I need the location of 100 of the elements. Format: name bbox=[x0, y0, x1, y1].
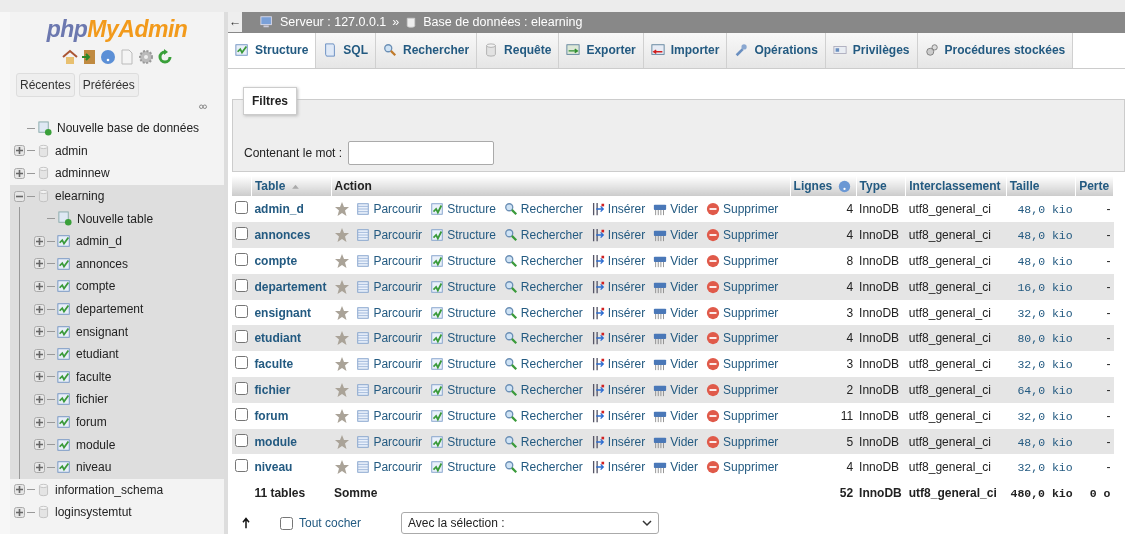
action-link[interactable]: Rechercher bbox=[503, 434, 583, 449]
action-link[interactable]: Structure bbox=[430, 279, 496, 294]
new-item-link[interactable]: Nouvelle table bbox=[77, 211, 154, 226]
action-link[interactable]: Supprimer bbox=[706, 408, 779, 423]
action-link[interactable]: Vider bbox=[653, 228, 698, 243]
star-icon[interactable] bbox=[334, 227, 350, 244]
action-link[interactable]: Structure bbox=[430, 460, 496, 475]
expand-icon[interactable] bbox=[34, 416, 45, 428]
action-link[interactable]: Structure bbox=[430, 382, 496, 397]
action-link[interactable]: Vider bbox=[653, 357, 698, 372]
tab[interactable]: Exporter bbox=[559, 32, 644, 68]
row-checkbox[interactable] bbox=[235, 227, 248, 241]
row-checkbox[interactable] bbox=[235, 252, 248, 266]
action-link[interactable]: Supprimer bbox=[706, 357, 779, 372]
tree-item[interactable]: adminnew bbox=[55, 166, 110, 181]
action-link[interactable]: Structure bbox=[430, 202, 496, 217]
action-link[interactable]: Vider bbox=[653, 331, 698, 346]
expand-icon[interactable] bbox=[34, 439, 45, 451]
action-link[interactable]: Rechercher bbox=[503, 408, 583, 423]
action-link[interactable]: Structure bbox=[430, 305, 496, 320]
tree-item[interactable]: faculte bbox=[76, 369, 112, 384]
tree-item[interactable]: niveau bbox=[76, 460, 112, 475]
expand-icon[interactable] bbox=[14, 484, 25, 496]
sidebar-tab[interactable]: Préférées bbox=[78, 73, 139, 97]
tab[interactable]: Privilèges bbox=[825, 32, 918, 68]
tab[interactable]: Rechercher bbox=[376, 32, 478, 68]
tree-item[interactable]: fichier bbox=[76, 392, 108, 407]
action-link[interactable]: Vider bbox=[653, 279, 698, 294]
star-icon[interactable] bbox=[334, 278, 350, 295]
action-link[interactable]: Supprimer bbox=[706, 279, 779, 294]
action-link[interactable]: Supprimer bbox=[706, 202, 779, 217]
action-link[interactable]: Parcourir bbox=[356, 331, 423, 346]
expand-icon[interactable] bbox=[14, 145, 25, 157]
action-link[interactable]: Supprimer bbox=[706, 253, 779, 268]
action-link[interactable]: Vider bbox=[653, 202, 698, 217]
action-link[interactable]: Insérer bbox=[590, 305, 646, 320]
action-link[interactable]: Supprimer bbox=[706, 228, 779, 243]
action-link[interactable]: Supprimer bbox=[706, 460, 779, 475]
check-all-checkbox[interactable] bbox=[280, 516, 293, 530]
action-link[interactable]: Structure bbox=[430, 228, 496, 243]
row-checkbox[interactable] bbox=[235, 407, 248, 421]
expand-icon[interactable] bbox=[14, 168, 25, 179]
tree-item[interactable]: information_schema bbox=[55, 482, 164, 497]
action-link[interactable]: Insérer bbox=[590, 357, 646, 372]
action-link[interactable]: Rechercher bbox=[503, 253, 583, 268]
action-link[interactable]: Supprimer bbox=[706, 382, 779, 397]
action-link[interactable]: Rechercher bbox=[503, 228, 583, 243]
expand-icon[interactable] bbox=[34, 303, 45, 315]
action-link[interactable]: Insérer bbox=[590, 279, 646, 294]
action-link[interactable]: Parcourir bbox=[356, 253, 423, 268]
sidebar-tab[interactable]: Récentes bbox=[16, 73, 75, 97]
action-link[interactable]: Vider bbox=[653, 434, 698, 449]
table-name-link[interactable]: admin_d bbox=[254, 202, 304, 217]
tab[interactable]: Requête bbox=[477, 32, 560, 68]
action-link[interactable]: Insérer bbox=[590, 382, 646, 397]
tree-item[interactable]: departement bbox=[76, 302, 144, 317]
star-icon[interactable] bbox=[334, 201, 350, 218]
row-checkbox[interactable] bbox=[235, 201, 248, 215]
action-link[interactable]: Parcourir bbox=[356, 279, 423, 294]
row-checkbox[interactable] bbox=[235, 330, 248, 344]
action-link[interactable]: Rechercher bbox=[503, 305, 583, 320]
action-link[interactable]: Structure bbox=[430, 253, 496, 268]
action-link[interactable]: Structure bbox=[430, 408, 496, 423]
table-name-link[interactable]: compte bbox=[254, 253, 298, 268]
action-link[interactable]: Vider bbox=[653, 253, 698, 268]
star-icon[interactable] bbox=[334, 433, 350, 450]
action-link[interactable]: Insérer bbox=[590, 228, 646, 243]
action-link[interactable]: Vider bbox=[653, 382, 698, 397]
action-link[interactable]: Rechercher bbox=[503, 331, 583, 346]
action-link[interactable]: Rechercher bbox=[503, 357, 583, 372]
star-icon[interactable] bbox=[334, 356, 350, 373]
star-icon[interactable] bbox=[334, 330, 350, 347]
action-link[interactable]: Insérer bbox=[590, 434, 646, 449]
table-name-link[interactable]: faculte bbox=[254, 357, 294, 372]
action-link[interactable]: Rechercher bbox=[503, 202, 583, 217]
action-link[interactable]: Parcourir bbox=[356, 382, 423, 397]
action-link[interactable]: Insérer bbox=[590, 202, 646, 217]
back-button[interactable]: ← bbox=[228, 12, 242, 33]
database-link[interactable]: Base de données : elearning bbox=[423, 15, 583, 30]
check-all-label[interactable]: Tout cocher bbox=[299, 516, 362, 530]
tab[interactable]: Procédures stockées bbox=[917, 32, 1074, 68]
tree-item[interactable]: ensignant bbox=[76, 324, 129, 339]
action-link[interactable]: Vider bbox=[653, 408, 698, 423]
action-link[interactable]: Insérer bbox=[590, 253, 646, 268]
action-link[interactable]: Rechercher bbox=[503, 382, 583, 397]
expand-icon[interactable] bbox=[34, 235, 45, 247]
tree-item[interactable]: annonces bbox=[76, 256, 129, 271]
expand-icon[interactable] bbox=[34, 393, 45, 405]
action-link[interactable]: Parcourir bbox=[356, 408, 423, 423]
tree-item[interactable]: admin_d bbox=[76, 234, 123, 249]
star-icon[interactable] bbox=[334, 252, 350, 269]
expand-icon[interactable] bbox=[34, 280, 45, 292]
action-link[interactable]: Rechercher bbox=[503, 279, 583, 294]
expand-icon[interactable] bbox=[34, 326, 45, 338]
action-link[interactable]: Structure bbox=[430, 331, 496, 346]
action-link[interactable]: Parcourir bbox=[356, 460, 423, 475]
expand-icon[interactable] bbox=[34, 461, 45, 473]
row-checkbox[interactable] bbox=[235, 356, 248, 370]
action-link[interactable]: Structure bbox=[430, 434, 496, 449]
tree-item[interactable]: forum bbox=[76, 415, 107, 429]
